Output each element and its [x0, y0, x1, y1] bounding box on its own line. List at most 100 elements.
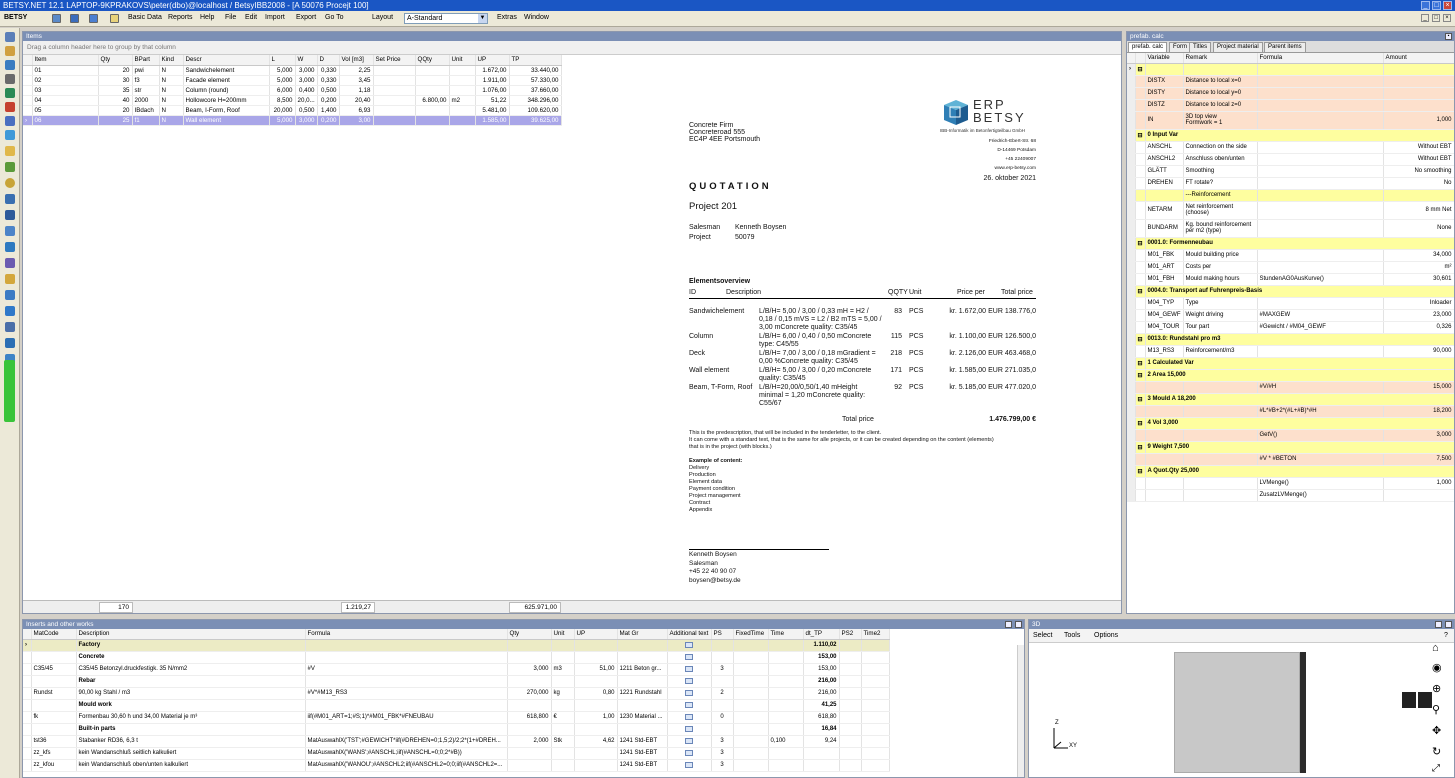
- table-cell[interactable]: 9,24: [803, 735, 840, 748]
- table-cell[interactable]: 216,00: [803, 687, 840, 700]
- table-cell[interactable]: 3,000: [295, 75, 318, 86]
- table-cell[interactable]: Hollowcore H=200mm: [183, 95, 270, 106]
- table-cell[interactable]: 1.110,02: [803, 639, 840, 652]
- table-row[interactable]: ANSCHL2 Anschluss oben/unten Without EBT: [1127, 153, 1454, 166]
- table-cell[interactable]: [551, 723, 575, 736]
- table-cell[interactable]: Connection on the side: [1183, 141, 1258, 154]
- table-cell[interactable]: [733, 759, 769, 772]
- table-cell[interactable]: [711, 639, 734, 652]
- table-row[interactable]: ⊟ 0013.0: Rundstahl pro m3: [1127, 333, 1454, 346]
- row-indicator[interactable]: [1127, 369, 1136, 382]
- items-col-2[interactable]: BPart: [132, 55, 160, 66]
- row-indicator[interactable]: [1127, 345, 1136, 358]
- table-cell[interactable]: M04_GEWF: [1145, 309, 1184, 322]
- table-cell[interactable]: [1145, 477, 1184, 490]
- table-cell[interactable]: [305, 675, 508, 688]
- table-cell[interactable]: 153,00: [803, 663, 840, 676]
- table-cell[interactable]: 9 Weight 7,500: [1145, 441, 1454, 454]
- table-row[interactable]: M04_TOUR Tour part #Gewicht / #M04_GEWF 0,3…: [1127, 321, 1454, 334]
- row-indicator[interactable]: [1127, 99, 1136, 112]
- tab-titles[interactable]: Titles: [1189, 42, 1212, 52]
- table-row[interactable]: ⊟ A Quot.Qty 25,000: [1127, 465, 1454, 478]
- table-cell[interactable]: [733, 639, 769, 652]
- table-cell[interactable]: 2000: [132, 95, 160, 106]
- table-cell[interactable]: [373, 105, 416, 116]
- table-cell[interactable]: [839, 723, 862, 736]
- table-row[interactable]: Rundst 90,00 kg Stahl / m3 #V*#M13_RS3 270,…: [23, 687, 890, 700]
- inserts-col-1[interactable]: Description: [76, 629, 306, 640]
- table-cell[interactable]: M04_TYP: [1145, 297, 1184, 310]
- table-cell[interactable]: iif(#M01_ART=1;#S;1)*#M01_FBK*#FNEUBAU: [305, 711, 508, 724]
- table-cell[interactable]: [1257, 141, 1384, 154]
- inserts-col-8[interactable]: PS: [711, 629, 734, 640]
- table-cell[interactable]: [839, 687, 862, 700]
- table-cell[interactable]: #Gewicht / #M04_GEWF: [1257, 321, 1384, 334]
- prefab-col-0[interactable]: Variable: [1145, 53, 1184, 64]
- menu-options[interactable]: Options: [1094, 632, 1118, 639]
- expand-icon[interactable]: [1135, 201, 1146, 220]
- table-cell[interactable]: C35/45 Betonzyl.druckfestigk. 35 N/mm2: [76, 663, 306, 676]
- table-cell[interactable]: C35/45: [31, 663, 77, 676]
- table-row[interactable]: Concrete 153,00: [23, 651, 890, 664]
- table-cell[interactable]: 3,000: [507, 663, 552, 676]
- row-indicator[interactable]: [1127, 111, 1136, 130]
- table-cell[interactable]: Built-in parts: [76, 723, 306, 736]
- pin-icon[interactable]: ▪: [1445, 33, 1452, 40]
- tool-icon-15[interactable]: [5, 242, 15, 252]
- table-cell[interactable]: 0001.0: Formenneubau: [1145, 237, 1454, 250]
- table-row[interactable]: DISTX Distance to local x=0: [1127, 75, 1454, 88]
- table-cell[interactable]: [1257, 75, 1384, 88]
- table-cell[interactable]: ZusatzLVMenge(): [1257, 489, 1384, 502]
- table-cell[interactable]: [861, 663, 890, 676]
- table-cell[interactable]: 35: [98, 85, 133, 96]
- table-cell[interactable]: 1,18: [339, 85, 374, 96]
- table-cell[interactable]: 3D top view Formwork = 1: [1183, 111, 1258, 130]
- table-cell[interactable]: [449, 75, 476, 86]
- additional-text-icon[interactable]: [685, 725, 693, 732]
- row-indicator[interactable]: [1127, 429, 1136, 442]
- table-row[interactable]: 05 20 IBdach N Beam, I-Form, Roof 20,000 0,500…: [23, 105, 562, 116]
- table-cell[interactable]: [1183, 63, 1258, 76]
- table-row[interactable]: #V/#H 15,000: [1127, 381, 1454, 394]
- table-cell[interactable]: Inloader: [1383, 297, 1454, 310]
- minimize-button[interactable]: _: [1421, 1, 1430, 10]
- table-cell[interactable]: 7,500: [1383, 453, 1454, 466]
- table-cell[interactable]: 25: [98, 115, 133, 126]
- table-row[interactable]: zz_kfou kein Wandanschluß oben/unten kalk…: [23, 759, 890, 772]
- rotate-icon[interactable]: ↻: [1432, 745, 1441, 758]
- table-row[interactable]: LVMenge() 1,000: [1127, 477, 1454, 490]
- row-indicator[interactable]: [1127, 87, 1136, 100]
- tool-icon-18[interactable]: [5, 290, 15, 300]
- table-cell[interactable]: 06: [32, 115, 99, 126]
- expand-icon[interactable]: [1135, 477, 1146, 490]
- table-cell[interactable]: 4,62: [574, 735, 618, 748]
- table-cell[interactable]: N: [159, 115, 184, 126]
- table-cell[interactable]: 57.330,00: [509, 75, 562, 86]
- table-cell[interactable]: 618,800: [507, 711, 552, 724]
- table-cell[interactable]: 3: [711, 663, 734, 676]
- table-cell[interactable]: [373, 115, 416, 126]
- table-cell[interactable]: Rundst: [31, 687, 77, 700]
- table-cell[interactable]: €: [551, 711, 575, 724]
- table-row[interactable]: ANSCHL Connection on the side Without EBT: [1127, 141, 1454, 154]
- table-cell[interactable]: Distance to local y=0: [1183, 87, 1258, 100]
- table-row[interactable]: fk Formenbau 30,60 h und 34,00 Material j…: [23, 711, 890, 724]
- table-cell[interactable]: [551, 699, 575, 712]
- table-cell[interactable]: [507, 639, 552, 652]
- table-cell[interactable]: [617, 675, 668, 688]
- table-cell[interactable]: 20,40: [339, 95, 374, 106]
- inserts-col-9[interactable]: FixedTime: [733, 629, 769, 640]
- expand-icon[interactable]: ⊟: [1135, 237, 1146, 250]
- table-cell[interactable]: [1257, 153, 1384, 166]
- table-cell[interactable]: [574, 699, 618, 712]
- table-cell[interactable]: Smoothing: [1183, 165, 1258, 178]
- table-cell[interactable]: [839, 759, 862, 772]
- table-cell[interactable]: [415, 65, 450, 76]
- table-row[interactable]: 04 40 2000 N Hollowcore H=200mm 8,500 20,0... 0…: [23, 95, 562, 106]
- table-cell[interactable]: [1183, 477, 1258, 490]
- table-cell[interactable]: [1183, 381, 1258, 394]
- table-cell[interactable]: [667, 759, 712, 772]
- row-indicator[interactable]: [23, 105, 33, 116]
- table-cell[interactable]: 2: [711, 687, 734, 700]
- inserts-col-0[interactable]: MatCode: [31, 629, 77, 640]
